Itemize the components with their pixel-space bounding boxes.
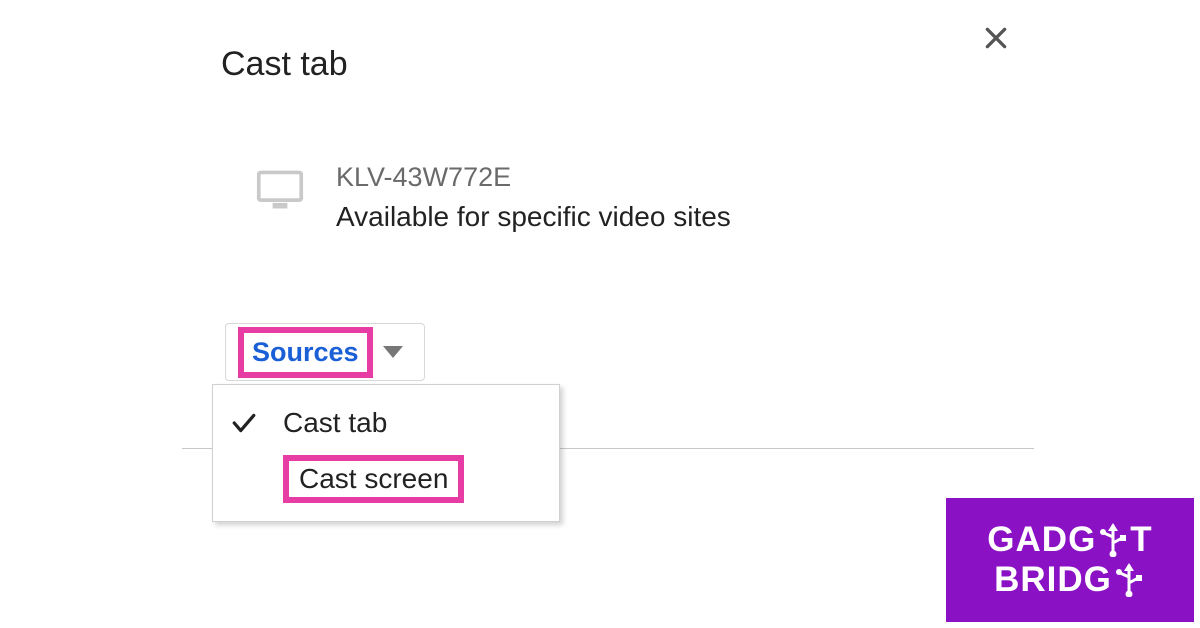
badge-text: BRIDG xyxy=(994,560,1112,600)
device-status: Available for specific video sites xyxy=(336,201,731,233)
close-button[interactable] xyxy=(974,18,1018,62)
badge-text: T xyxy=(1130,520,1152,560)
watermark-badge: GADG T BRIDG xyxy=(946,498,1194,622)
dialog-title: Cast tab xyxy=(221,45,348,84)
sources-menu: Cast tab Cast screen xyxy=(212,384,560,522)
device-name: KLV-43W772E xyxy=(336,162,731,193)
sources-label: Sources xyxy=(252,337,359,367)
usb-icon xyxy=(1098,523,1128,557)
device-row[interactable]: KLV-43W772E Available for specific video… xyxy=(256,162,731,233)
annotation-highlight-box: Sources xyxy=(238,327,373,378)
menu-item-label: Cast screen xyxy=(299,463,448,494)
check-icon xyxy=(231,410,283,436)
close-icon xyxy=(983,25,1009,56)
menu-item-cast-tab[interactable]: Cast tab xyxy=(213,395,559,451)
device-info: KLV-43W772E Available for specific video… xyxy=(336,162,731,233)
menu-item-label: Cast tab xyxy=(283,407,387,439)
monitor-icon xyxy=(256,162,304,212)
badge-line-1: GADG T xyxy=(987,520,1152,560)
sources-dropdown-button[interactable]: Sources xyxy=(225,323,425,381)
menu-item-cast-screen[interactable]: Cast screen xyxy=(213,451,559,507)
annotation-highlight-box: Cast screen xyxy=(283,455,464,503)
badge-line-2: BRIDG xyxy=(994,560,1146,600)
badge-text: GADG xyxy=(987,520,1096,560)
usb-icon xyxy=(1114,563,1144,597)
chevron-down-icon xyxy=(383,346,403,358)
